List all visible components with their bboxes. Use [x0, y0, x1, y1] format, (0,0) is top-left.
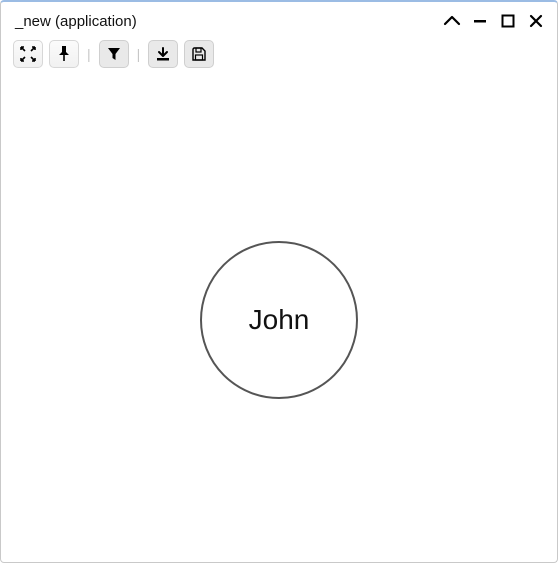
window-title: _new (application): [15, 13, 137, 30]
download-button[interactable]: [148, 40, 178, 68]
collapse-button[interactable]: [443, 12, 461, 30]
maximize-button[interactable]: [499, 12, 517, 30]
toolbar-separator: |: [85, 46, 93, 62]
close-button[interactable]: [527, 12, 545, 30]
filter-icon: [107, 47, 121, 61]
graph-canvas[interactable]: John: [1, 78, 557, 562]
pin-button[interactable]: [49, 40, 79, 68]
fullscreen-button[interactable]: [13, 40, 43, 68]
pin-icon: [57, 46, 71, 62]
application-window: _new (application): [0, 0, 558, 563]
close-icon: [529, 14, 543, 28]
download-icon: [156, 47, 170, 61]
graph-node[interactable]: John: [200, 241, 358, 399]
maximize-icon: [501, 14, 515, 28]
minimize-icon: [473, 14, 487, 28]
window-controls: [443, 12, 545, 30]
toolbar: | |: [1, 36, 557, 78]
chevron-up-icon: [443, 14, 461, 28]
filter-button[interactable]: [99, 40, 129, 68]
fullscreen-icon: [20, 46, 36, 62]
toolbar-separator: |: [135, 46, 143, 62]
graph-node-label: John: [249, 304, 310, 336]
minimize-button[interactable]: [471, 12, 489, 30]
save-icon: [192, 47, 206, 61]
save-button[interactable]: [184, 40, 214, 68]
titlebar: _new (application): [1, 2, 557, 36]
